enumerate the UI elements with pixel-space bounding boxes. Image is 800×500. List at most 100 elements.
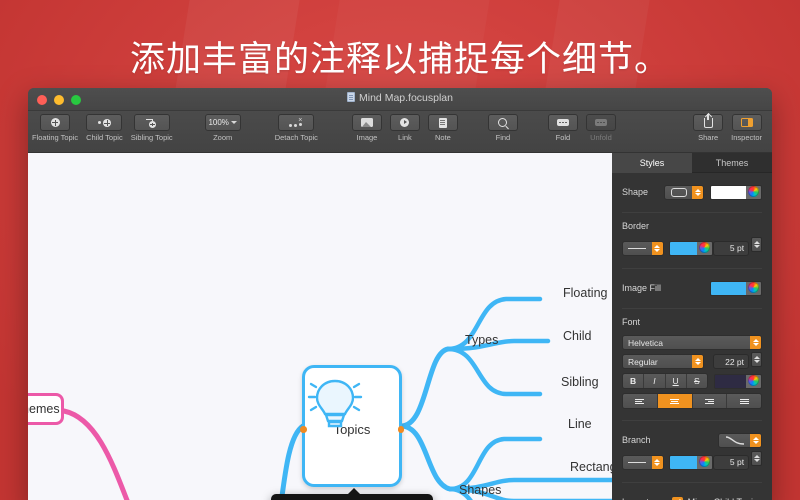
inspector-icon [740, 118, 753, 127]
tab-styles[interactable]: Styles [612, 153, 692, 173]
font-style-popup[interactable]: Regular [622, 354, 704, 369]
font-size-field[interactable]: 22 pt [713, 354, 749, 369]
floating-topic-button[interactable] [40, 114, 71, 131]
font-color-swatch[interactable] [714, 373, 762, 389]
toolbar-label: Image [356, 133, 378, 142]
link-button[interactable] [389, 114, 420, 131]
fold-button[interactable] [547, 114, 578, 131]
tab-themes[interactable]: Themes [692, 153, 772, 173]
font-family-stepper[interactable] [750, 336, 761, 349]
font-family-row: Helvetica [622, 333, 762, 352]
toolbar-label: Unfold [590, 133, 612, 142]
section-border: Border 5 pt [622, 213, 762, 269]
branch-width-stepper[interactable] [751, 451, 762, 466]
toolbar-group-topics: Floating Topic Child Topic Sibling Topic [28, 114, 177, 142]
toolbar-item-find[interactable]: Find [484, 114, 522, 142]
branch-shape-stepper[interactable] [750, 433, 761, 447]
font-align-row [622, 391, 762, 411]
mindmap-leaf-rectangle[interactable]: Rectangle [570, 460, 612, 474]
mindmap-node-themes[interactable]: Themes [28, 393, 64, 425]
mindmap-leaf-floating[interactable]: Floating [563, 286, 607, 300]
mindmap-leaf-sibling[interactable]: Sibling [561, 375, 599, 389]
branch-color-wheel-box[interactable] [697, 455, 713, 469]
note-button[interactable] [427, 114, 458, 131]
branch-color-swatch[interactable] [668, 454, 714, 470]
toolbar-item-zoom[interactable]: 100% Zoom [201, 114, 245, 142]
toolbar-item-fold[interactable]: Fold [544, 114, 582, 142]
toolbar-item-floating-topic[interactable]: Floating Topic [28, 114, 82, 142]
rounded-rect-icon [670, 187, 687, 197]
border-width-stepper[interactable] [751, 237, 762, 252]
branch-style-popup[interactable] [622, 454, 664, 470]
border-color-swatch[interactable] [668, 240, 714, 256]
toolbar-label: Sibling Topic [130, 133, 173, 142]
toolbar-item-share[interactable]: Share [689, 113, 727, 142]
mindmap-node-topics[interactable]: Topics [300, 365, 404, 487]
mindmap-leaf-child[interactable]: Child [563, 329, 592, 343]
note-popup[interactable]: Take efficient notes. Mind maps help you… [271, 488, 433, 500]
image-fill-swatch[interactable] [710, 280, 762, 296]
shape-style-popup[interactable] [664, 184, 704, 200]
border-width-field[interactable]: 5 pt [713, 240, 750, 256]
bold-button[interactable]: B [623, 374, 645, 388]
align-center-button[interactable] [657, 394, 693, 408]
find-button[interactable] [487, 114, 518, 131]
image-button[interactable] [351, 114, 382, 131]
window-content: Topics Focusplan [28, 153, 772, 500]
connection-handle-left[interactable] [300, 426, 307, 433]
shape-fill-color [711, 185, 746, 199]
branch-style-preview [623, 461, 652, 463]
share-button[interactable] [693, 113, 724, 131]
italic-button[interactable]: I [644, 374, 666, 388]
lightbulb-icon [307, 379, 363, 428]
mindmap-canvas[interactable]: Topics Focusplan [28, 153, 612, 500]
font-size-stepper[interactable] [751, 352, 762, 367]
toolbar-item-note[interactable]: Note [424, 114, 462, 142]
link-icon [400, 118, 410, 127]
detach-topic-button[interactable]: × [278, 114, 315, 131]
align-right-button[interactable] [692, 394, 728, 408]
branch-shape-popup[interactable] [718, 432, 762, 448]
strikethrough-button[interactable]: S [686, 374, 707, 388]
sibling-topic-button[interactable] [133, 114, 170, 131]
font-style-stepper[interactable] [692, 355, 703, 368]
image-icon [360, 118, 373, 127]
child-topic-button[interactable] [86, 114, 123, 131]
image-fill-wheel-box[interactable] [746, 281, 761, 295]
branch-style-stepper[interactable] [651, 455, 663, 469]
toolbar-item-detach-topic[interactable]: × Detach Topic [271, 114, 322, 142]
font-color-wheel-box[interactable] [746, 374, 761, 388]
mindmap-leaf-shapes[interactable]: Shapes [459, 483, 501, 497]
mindmap-leaf-line[interactable]: Line [568, 417, 592, 431]
inspector-button[interactable] [731, 114, 762, 131]
toolbar-item-inspector[interactable]: Inspector [727, 114, 766, 142]
toolbar-item-sibling-topic[interactable]: Sibling Topic [127, 114, 177, 142]
unfold-button [585, 114, 616, 131]
toolbar-item-link[interactable]: Link [386, 114, 424, 142]
inspector-panel: Styles Themes Shape Border 5 pt Image Fi… [612, 153, 772, 500]
shape-fill-swatch[interactable] [710, 184, 762, 200]
section-image-fill: Image Fill [622, 269, 762, 309]
align-left-button[interactable] [623, 394, 658, 408]
checkbox-icon [671, 496, 683, 500]
border-color-wheel-box[interactable] [697, 241, 713, 255]
toolbar-label: Note [435, 133, 451, 142]
font-family-popup[interactable]: Helvetica [622, 335, 762, 350]
mirror-child-topics-checkbox[interactable]: Mirror Child Topics [671, 496, 762, 500]
document-title-wrap: Mind Map.focusplan [28, 92, 772, 104]
toolbar-item-image[interactable]: Image [348, 114, 386, 142]
toolbar-item-child-topic[interactable]: Child Topic [82, 114, 127, 142]
section-font: Font Helvetica Regular 22 pt B I U S [622, 309, 762, 421]
align-justify-button[interactable] [727, 394, 761, 408]
border-style-popup[interactable] [622, 240, 664, 256]
border-style-stepper[interactable] [651, 241, 663, 255]
connection-handle-right[interactable] [397, 426, 404, 433]
underline-button[interactable]: U [665, 374, 687, 388]
shape-color-wheel-box[interactable] [746, 185, 761, 199]
font-format-row: B I U S [622, 371, 762, 391]
mindmap-leaf-types[interactable]: Types [465, 333, 498, 347]
branch-width-field[interactable]: 5 pt [713, 454, 750, 470]
zoom-dropdown[interactable]: 100% [204, 114, 241, 131]
shape-stepper[interactable] [692, 185, 703, 199]
color-wheel-icon [748, 185, 759, 197]
